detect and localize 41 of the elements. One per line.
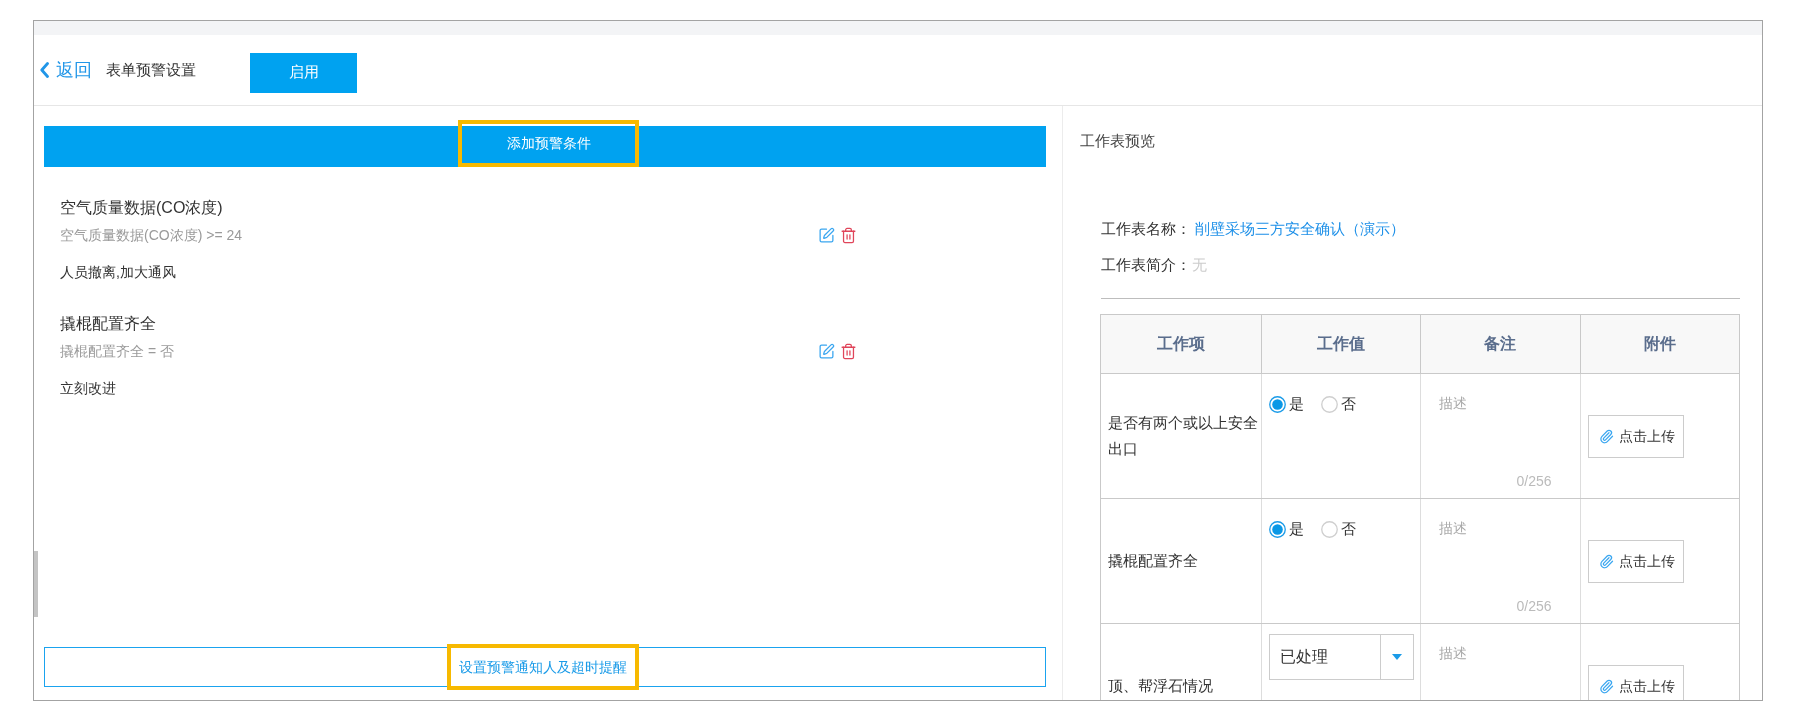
condition-rule: 撬棍配置齐全 = 否 bbox=[60, 342, 174, 361]
remark-field[interactable]: 描述 bbox=[1431, 634, 1570, 700]
paperclip-icon bbox=[1598, 678, 1614, 694]
edit-icon[interactable] bbox=[818, 342, 835, 360]
table-cell-text: 是否有两个或以上安全出口 bbox=[1107, 413, 1259, 459]
sheet-name-link[interactable]: 削壁采场三方安全确认（演示） bbox=[1195, 219, 1405, 239]
caret-down-icon bbox=[1391, 654, 1402, 660]
radio-option[interactable]: 是 bbox=[1268, 517, 1304, 541]
condition-action: 立刻改进 bbox=[60, 379, 117, 398]
column-header: 工作值 bbox=[1260, 315, 1420, 373]
upload-button[interactable]: 点击上传 bbox=[1587, 539, 1684, 583]
status-select[interactable]: 已处理 bbox=[1268, 634, 1414, 680]
column-header: 备注 bbox=[1420, 315, 1580, 373]
paperclip-icon bbox=[1598, 553, 1614, 569]
condition-rule: 空气质量数据(CO浓度) >= 24 bbox=[60, 226, 243, 245]
preview-heading: 工作表预览 bbox=[1079, 131, 1156, 151]
column-header: 附件 bbox=[1579, 315, 1739, 373]
chevron-left-icon bbox=[40, 62, 49, 78]
field-label: 工作表名称： bbox=[1101, 219, 1191, 239]
delete-icon[interactable] bbox=[840, 225, 857, 245]
condition-title: 撬棍配置齐全 bbox=[60, 314, 157, 334]
column-header: 工作项 bbox=[1155, 334, 1206, 354]
upload-button[interactable]: 点击上传 bbox=[1587, 414, 1684, 458]
table-cell-text: 顶、帮浮石情况 bbox=[1107, 676, 1214, 696]
delete-icon[interactable] bbox=[840, 341, 857, 361]
radio-option[interactable]: 否 bbox=[1320, 517, 1356, 541]
table-cell-text: 撬棍配置齐全 bbox=[1107, 551, 1199, 571]
remark-field[interactable]: 描述 bbox=[1431, 509, 1570, 596]
scrollbar-thumb[interactable] bbox=[34, 551, 38, 617]
field-label: 工作表简介： bbox=[1101, 255, 1191, 275]
remark-field[interactable]: 描述 bbox=[1431, 384, 1570, 471]
char-counter: 0/256 bbox=[1516, 472, 1553, 491]
page-title: 表单预警设置 bbox=[106, 59, 196, 80]
upload-button[interactable]: 点击上传 bbox=[1587, 664, 1684, 700]
radio-option[interactable]: 是 bbox=[1268, 392, 1304, 416]
paperclip-icon bbox=[1598, 428, 1614, 444]
condition-action: 人员撤离,加大通风 bbox=[60, 263, 177, 282]
char-counter: 0/256 bbox=[1516, 597, 1553, 616]
edit-icon[interactable] bbox=[818, 226, 835, 244]
radio-option[interactable]: 否 bbox=[1320, 392, 1356, 416]
condition-title: 空气质量数据(CO浓度) bbox=[60, 198, 224, 218]
